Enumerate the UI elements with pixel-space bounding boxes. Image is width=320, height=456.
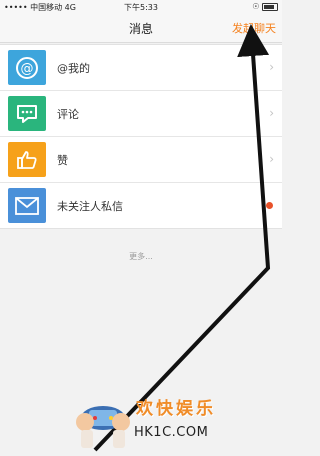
gamepad-hands-icon: [76, 406, 130, 448]
watermark-logo: 欢快娱乐 HK1C.COM: [75, 392, 275, 452]
annotation-arrow: [93, 24, 271, 452]
watermark-domain: HK1C.COM: [134, 425, 209, 440]
watermark-chinese: 欢快娱乐: [136, 399, 216, 419]
